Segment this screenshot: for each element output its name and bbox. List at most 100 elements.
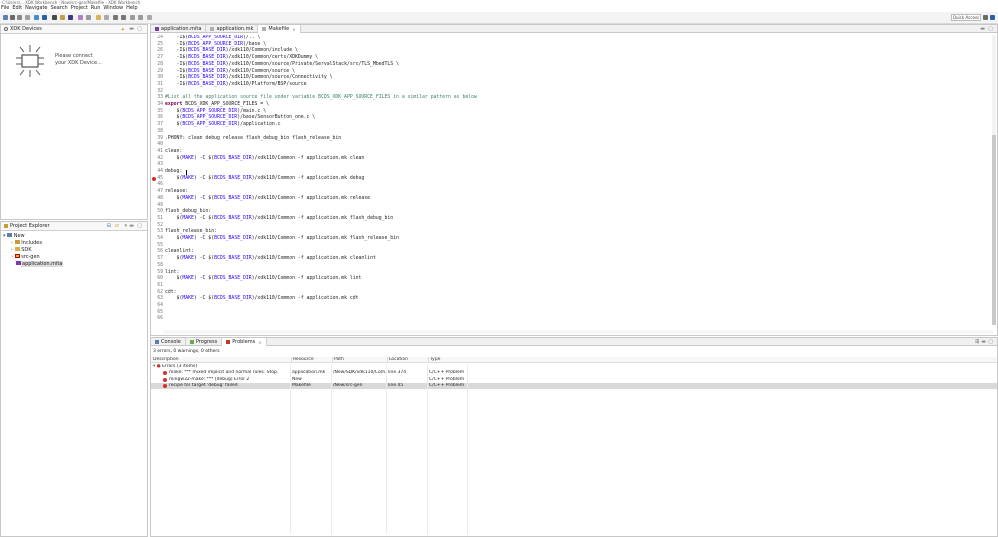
code-line[interactable]: 33 #List all the application source file … [151, 95, 986, 102]
maximize-icon[interactable]: ▢ [988, 26, 993, 32]
debug-icon[interactable] [52, 15, 57, 20]
code-line[interactable]: 45 $(MAKE) -C $(BCDS_BASE_DIR)/xdk110/Co… [151, 176, 986, 183]
code-line[interactable]: 57 $(MAKE) -C $(BCDS_BASE_DIR)/xdk110/Co… [151, 256, 986, 263]
code-line[interactable]: 40 [151, 142, 986, 149]
target-icon[interactable] [60, 15, 65, 20]
code-line[interactable]: 38 [151, 129, 986, 136]
minimize-icon[interactable]: ▬ [980, 26, 985, 32]
tab-progress[interactable]: Progress [186, 338, 223, 346]
tab-problems[interactable]: Problems ✕ [222, 338, 267, 346]
column-description[interactable]: Description [153, 357, 283, 363]
menu-navigate[interactable]: Navigate [25, 5, 47, 12]
code-line[interactable]: 34 export BCDS_XDK_APP_SOURCE_FILES = \ [151, 102, 986, 109]
code-line[interactable]: 54 $(MAKE) -C $(BCDS_BASE_DIR)/xdk110/Co… [151, 236, 986, 243]
code-line[interactable]: 55 [151, 243, 986, 250]
code-line[interactable]: 42 $(MAKE) -C $(BCDS_BASE_DIR)/xdk110/Co… [151, 156, 986, 163]
menu-project[interactable]: Project [71, 5, 88, 12]
code-editor[interactable]: 24 -I$(BCDS_APP_SOURCE_DIR)/.. \ 25 -I$(B… [151, 35, 993, 327]
back-icon[interactable] [130, 15, 135, 20]
collapse-all-icon[interactable]: ⊟ [107, 223, 111, 229]
code-line[interactable]: 46 [151, 182, 986, 189]
chevron-down-icon[interactable] [104, 15, 109, 20]
new-icon[interactable] [3, 15, 8, 20]
tab-makefile[interactable]: Makefile ✕ [258, 25, 301, 33]
code-line[interactable]: 61 [151, 283, 986, 290]
search-icon[interactable] [68, 15, 73, 20]
problem-row[interactable]: recipe for target 'debug' failed Makefile… [151, 383, 997, 389]
forward-icon[interactable] [138, 15, 143, 20]
save-all-icon[interactable] [17, 15, 22, 20]
code-line[interactable]: 65 [151, 310, 986, 317]
collapse-icon[interactable]: › [11, 254, 13, 260]
menu-file[interactable]: File [1, 5, 9, 12]
code-line[interactable]: 37 $(BCDS_APP_SOURCE_DIR)/application.c [151, 122, 986, 129]
menu-window[interactable]: Window [103, 5, 123, 12]
problem-row[interactable]: make: *** mixed implicit and normal rule… [151, 370, 997, 376]
close-icon[interactable]: ✕ [258, 340, 261, 345]
tree-item-includes[interactable]: › Includes [3, 240, 63, 247]
column-type[interactable]: Type [428, 357, 468, 363]
code-line[interactable]: 39 .PHONY: clean debug release flash_debu… [151, 136, 986, 143]
code-line[interactable]: 60 $(MAKE) -C $(BCDS_BASE_DIR)/xdk110/Co… [151, 276, 986, 283]
lightbulb-icon[interactable] [96, 15, 101, 20]
code-line[interactable]: 49 [151, 203, 986, 210]
quick-access-input[interactable]: Quick Access [951, 14, 981, 21]
code-line[interactable]: 50 flash_debug_bin: [151, 209, 986, 216]
code-line[interactable]: 51 $(MAKE) -C $(BCDS_BASE_DIR)/xdk110/Co… [151, 216, 986, 223]
code-line[interactable]: 31 -I$(BCDS_BASE_DIR)/xdk110/Platform/BS… [151, 82, 986, 89]
tree-item-new[interactable]: ▾ New [3, 233, 63, 240]
link-editor-icon[interactable]: ⇄ [115, 223, 119, 229]
tab-console[interactable]: Console [151, 338, 186, 346]
xdk-flash-icon[interactable] [42, 15, 47, 20]
column-path[interactable]: Path [332, 357, 386, 363]
code-line[interactable]: 58 [151, 263, 986, 270]
minimize-icon[interactable]: ▬ [129, 26, 134, 32]
refresh-icon[interactable]: ✦ [121, 27, 125, 33]
code-line[interactable]: 52 [151, 223, 986, 230]
tree-item-application-mita[interactable]: application.mita [3, 261, 64, 268]
menu-edit[interactable]: Edit [12, 5, 22, 12]
project-explorer-title[interactable]: Project Explorer [10, 223, 50, 229]
code-line[interactable]: 47 release: [151, 189, 986, 196]
chevron-down-icon[interactable] [86, 15, 91, 20]
close-icon[interactable]: ✕ [292, 27, 295, 32]
print-icon[interactable] [25, 15, 30, 20]
error-marker-icon[interactable] [152, 176, 156, 181]
code-line[interactable]: 41 clean: [151, 149, 986, 156]
code-line[interactable]: 28 -I$(BCDS_BASE_DIR)/xdk110/Common/sour… [151, 62, 986, 69]
collapse-icon[interactable]: › [11, 240, 13, 246]
next-annotation-icon[interactable] [113, 15, 118, 20]
menu-help[interactable]: Help [126, 5, 137, 12]
column-location[interactable]: Location [387, 357, 428, 363]
open-perspective-icon[interactable] [983, 15, 988, 20]
code-line[interactable]: 24 -I$(BCDS_APP_SOURCE_DIR)/.. \ [151, 35, 986, 42]
maximize-icon[interactable]: ▢ [988, 339, 993, 345]
save-icon[interactable] [10, 15, 15, 20]
code-line[interactable]: 48 $(MAKE) -C $(BCDS_BASE_DIR)/xdk110/Co… [151, 196, 986, 203]
scrollbar-thumb[interactable] [992, 135, 996, 325]
maximize-icon[interactable]: ▢ [137, 223, 142, 229]
tab-application-mk[interactable]: application.mk [206, 25, 259, 33]
collapse-icon[interactable]: › [11, 247, 13, 253]
view-menu-icon[interactable]: ▾ [124, 223, 127, 229]
column-resource[interactable]: Resource [291, 357, 331, 363]
minimize-icon[interactable]: ▬ [129, 223, 134, 229]
maximize-icon[interactable]: ▢ [137, 26, 142, 32]
filter-icon[interactable]: ⇶ [975, 339, 979, 345]
prev-annotation-icon[interactable] [121, 15, 126, 20]
code-line[interactable]: 64 [151, 303, 986, 310]
editor-vertical-scrollbar[interactable] [992, 35, 996, 325]
tree-item-sdk[interactable]: › SDK [3, 247, 63, 254]
code-line[interactable]: 63 $(MAKE) -C $(BCDS_BASE_DIR)/xdk110/Co… [151, 296, 986, 303]
menu-run[interactable]: Run [91, 5, 101, 12]
tab-application-mita[interactable]: application.mita [151, 25, 207, 33]
code-line[interactable]: 44 debug: [151, 169, 986, 176]
editor-horizontal-scrollbar[interactable] [163, 330, 993, 334]
build-icon[interactable] [34, 15, 39, 20]
minimize-icon[interactable]: ▬ [981, 339, 986, 345]
problem-row[interactable]: mingw32-make: *** [debug] Error 2 New C/C+… [151, 377, 997, 383]
chevron-down-icon[interactable] [147, 15, 152, 20]
expand-icon[interactable]: ▾ [153, 364, 155, 369]
code-line[interactable]: 27 -I$(BCDS_BASE_DIR)/xdk110/Common/cert… [151, 55, 986, 62]
code-line[interactable]: 53 flash_release_bin: [151, 229, 986, 236]
